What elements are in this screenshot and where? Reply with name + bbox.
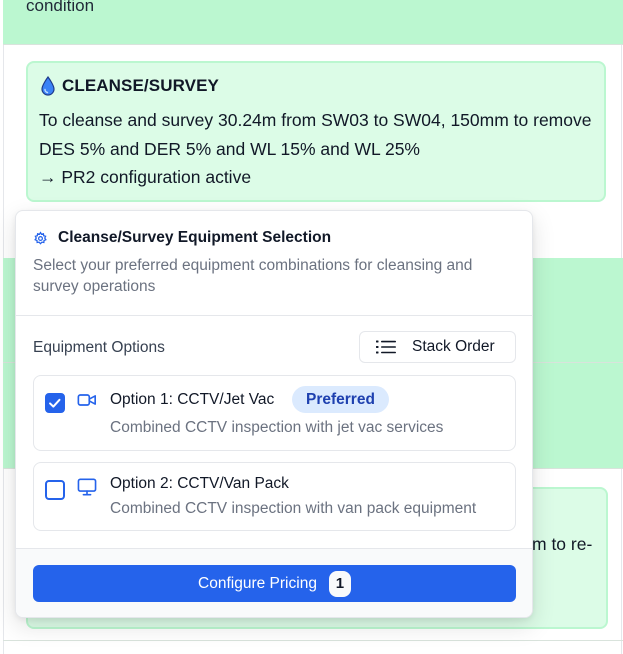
row-divider [3, 640, 623, 641]
option-2-checkbox[interactable] [45, 480, 65, 500]
option-1-description: Combined CCTV inspection with jet vac se… [110, 419, 444, 436]
cleanse-survey-card: CLEANSE/SURVEY To cleanse and survey 30.… [26, 61, 606, 202]
dialog-title: Cleanse/Survey Equipment Selection [58, 229, 332, 246]
video-camera-icon [77, 394, 96, 406]
configure-pricing-label: Configure Pricing [198, 574, 317, 592]
option-2-title: Option 2: CCTV/Van Pack [110, 475, 289, 492]
row-divider [3, 44, 623, 45]
cleanse-survey-description: To cleanse and survey 30.24m from SW03 t… [39, 110, 592, 159]
card-text-fragment: m to re- [532, 534, 593, 554]
table-row-highlight [3, 0, 623, 44]
equipment-option-1[interactable]: Option 1: CCTV/Jet Vac Preferred Combine… [33, 375, 516, 451]
equipment-selection-dialog: Cleanse/Survey Equipment Selection Selec… [15, 210, 533, 618]
droplet-icon [41, 76, 55, 96]
equipment-option-2[interactable]: Option 2: CCTV/Van Pack Combined CCTV in… [33, 462, 516, 531]
preferred-badge: Preferred [292, 386, 389, 413]
cleanse-survey-header: CLEANSE/SURVEY [40, 76, 219, 96]
option-1-checkbox[interactable] [45, 393, 65, 413]
dialog-subtitle: Select your preferred equipment combinat… [33, 257, 473, 295]
check-icon [49, 398, 61, 408]
divider [16, 315, 532, 316]
stack-order-button[interactable]: Stack Order [359, 331, 516, 363]
option-2-description: Combined CCTV inspection with van pack e… [110, 500, 477, 517]
gear-icon [34, 230, 47, 245]
stack-order-label: Stack Order [412, 338, 495, 355]
dialog-header: Cleanse/Survey Equipment Selection [33, 229, 331, 247]
selection-count-badge: 1 [328, 570, 351, 597]
cleanse-survey-title: CLEANSE/SURVEY [62, 76, 219, 95]
configure-pricing-button[interactable]: Configure Pricing 1 [33, 565, 516, 602]
list-icon [376, 340, 396, 354]
equipment-options-label: Equipment Options [33, 339, 165, 356]
pr2-status: → PR2 configuration active [39, 167, 252, 187]
monitor-icon [77, 478, 97, 496]
row-text: condition [26, 0, 95, 15]
dialog-footer: Configure Pricing 1 [16, 548, 532, 617]
option-1-title: Option 1: CCTV/Jet Vac [110, 391, 275, 408]
